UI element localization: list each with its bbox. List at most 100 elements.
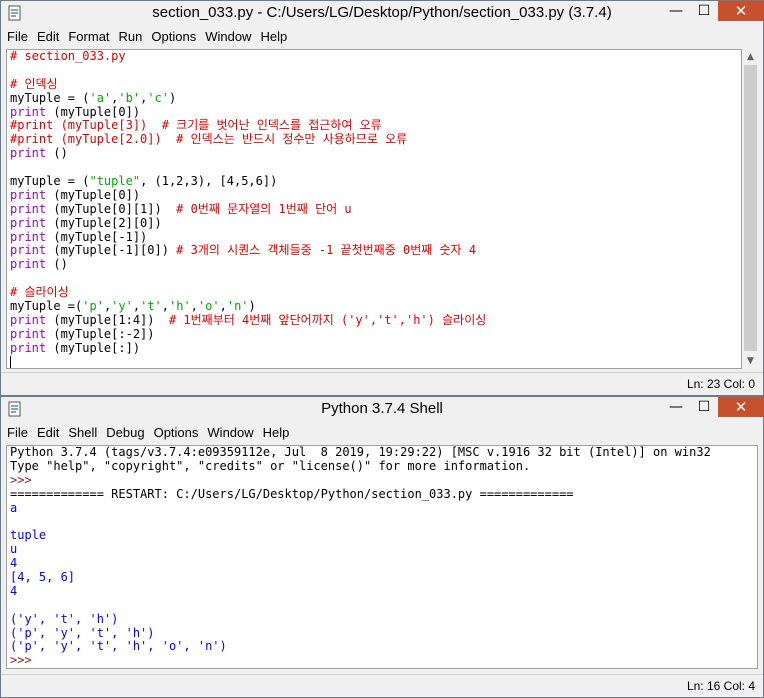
menu-format[interactable]: Format <box>68 27 109 47</box>
shell-token: [4, 5, 6] <box>10 570 76 585</box>
code-token: (myTuple[:-2]) <box>46 326 155 341</box>
minimize-button[interactable]: — <box>662 1 690 21</box>
code-token: (myTuple[2][0]) <box>46 215 162 230</box>
code-token: print <box>10 312 47 327</box>
code-token: print <box>10 229 47 244</box>
code-token: print <box>10 326 47 341</box>
code-token: print <box>10 146 47 161</box>
code-token: print <box>10 243 47 258</box>
shell-line: u <box>7 542 757 557</box>
maximize-button[interactable]: ☐ <box>690 1 718 21</box>
code-token: print <box>10 340 47 355</box>
code-line: #print (myTuple[2.0]) # 인덱스는 반드시 정수만 사용하… <box>7 132 741 147</box>
code-token: (myTuple[0]) <box>46 104 141 119</box>
code-line: print () <box>7 257 741 272</box>
code-token: , <box>190 299 198 314</box>
code-line <box>7 356 741 368</box>
shell-menu-help[interactable]: Help <box>263 423 290 443</box>
shell-token: 4 <box>10 583 18 598</box>
editor-title: section_033.py - C:/Users/LG/Desktop/Pyt… <box>152 4 612 21</box>
shell-line: tuple <box>7 528 757 543</box>
code-token: (myTuple[-1][0]) <box>46 243 177 258</box>
code-token: , (1,2,3), [4,5,6]) <box>140 174 278 189</box>
shell-statusbar: Ln: 16 Col: 4 <box>1 674 763 697</box>
code-token: 'o' <box>197 299 220 314</box>
code-line: print (myTuple[:-2]) <box>7 326 741 342</box>
code-token: , <box>219 299 227 314</box>
shell-line: a <box>7 500 757 516</box>
shell-maximize-button[interactable]: ☐ <box>690 397 718 417</box>
shell-minimize-button[interactable]: — <box>662 397 690 417</box>
code-line: print (myTuple[1:4]) # 1번째부터 4번째 앞단어까지 (… <box>7 312 741 328</box>
code-token: #print (myTuple[3]) # 크기를 벗어난 인덱스를 접근하여 … <box>10 118 382 133</box>
scroll-up-icon[interactable]: ▲ <box>742 49 759 65</box>
shell-token: tuple <box>10 528 47 543</box>
shell-token: ('p', 'y', 't', 'h', 'o', 'n') <box>10 639 227 654</box>
code-editor[interactable]: # section_033.py # 인덱싱 myTuple = ('a','b',… <box>6 49 742 369</box>
code-token: 'n' <box>226 299 249 314</box>
menu-help[interactable]: Help <box>260 27 287 47</box>
shell-line: ('p', 'y', 't', 'h') <box>7 625 757 641</box>
shell-token: ('p', 'y', 't', 'h') <box>10 625 155 640</box>
editor-titlebar[interactable]: section_033.py - C:/Users/LG/Desktop/Pyt… <box>1 1 764 27</box>
code-token: 'p' <box>82 299 104 314</box>
shell-menu-options[interactable]: Options <box>154 423 199 443</box>
code-token: # 인덱싱 <box>10 76 58 91</box>
code-token: print <box>10 187 47 202</box>
code-token: 'a' <box>89 90 112 105</box>
scroll-down-icon[interactable]: ▼ <box>742 353 759 369</box>
code-line: # section_033.py <box>7 50 741 64</box>
code-line: print () <box>7 146 741 161</box>
editor-scrollbar[interactable]: ▲ ▼ <box>742 49 759 369</box>
menu-edit[interactable]: Edit <box>37 27 59 47</box>
shell-line: Type "help", "copyright", "credits" or "… <box>7 459 757 474</box>
code-token: ) <box>169 90 177 105</box>
code-token: (myTuple[1:4]) <box>46 312 169 327</box>
shell-menu-file[interactable]: File <box>7 423 28 443</box>
code-token: # 슬라이싱 <box>10 285 69 300</box>
shell-line: 4 <box>7 556 757 571</box>
code-line: print (myTuple[:]) <box>7 340 741 356</box>
code-token: print <box>10 215 47 230</box>
code-line: print (myTuple[0][1]) # 0번째 문자열의 1번째 단어 … <box>7 201 741 217</box>
shell-token: ============= RESTART: C:/Users/LG/Deskt… <box>10 486 574 501</box>
shell-line: 4 <box>7 583 757 599</box>
editor-statusbar: Ln: 23 Col: 0 <box>1 372 763 395</box>
shell-cursor-position: Ln: 16 Col: 4 <box>686 679 755 693</box>
shell-window: Python 3.7.4 Shell — ☐ ✕ File Edit Shell De… <box>0 396 764 698</box>
shell-token: >>> <box>10 653 39 668</box>
shell-menu-shell[interactable]: Shell <box>68 423 97 443</box>
shell-output[interactable]: Python 3.7.4 (tags/v3.7.4:e09359112e, Ju… <box>6 445 758 669</box>
code-line: print (myTuple[0]) <box>7 187 741 203</box>
shell-close-button[interactable]: ✕ <box>718 397 764 417</box>
shell-token: a <box>10 500 18 515</box>
menu-run[interactable]: Run <box>119 27 143 47</box>
code-token: , <box>161 299 170 314</box>
close-button[interactable]: ✕ <box>718 1 764 21</box>
code-token: #print (myTuple[2.0]) # 인덱스는 반드시 정수만 사용하… <box>10 132 408 147</box>
shell-line: >>> <box>7 653 757 668</box>
shell-line: >>> <box>7 473 757 488</box>
menu-options[interactable]: Options <box>151 27 196 47</box>
shell-line: ('y', 't', 'h') <box>7 612 757 627</box>
text-cursor <box>10 356 11 368</box>
shell-menu-edit[interactable]: Edit <box>37 423 59 443</box>
code-token: (myTuple[:]) <box>46 340 141 355</box>
code-token: # 0번째 문자열의 1번째 단어 u <box>176 201 352 216</box>
menu-window[interactable]: Window <box>205 27 251 47</box>
code-token: # 1번째부터 4번째 앞단어까지 ('y','t','h') 슬라이싱 <box>168 312 487 327</box>
code-token: "tuple" <box>89 174 141 189</box>
shell-titlebar[interactable]: Python 3.7.4 Shell — ☐ ✕ <box>1 397 764 423</box>
shell-line: Python 3.7.4 (tags/v3.7.4:e09359112e, Ju… <box>7 446 757 460</box>
shell-menu-debug[interactable]: Debug <box>106 423 144 443</box>
shell-menu-window[interactable]: Window <box>207 423 253 443</box>
code-token: () <box>46 257 68 272</box>
menu-file[interactable]: File <box>7 27 28 47</box>
code-token: myTuple = ( <box>10 90 90 105</box>
code-token: myTuple =( <box>10 299 83 314</box>
code-token: print <box>10 201 47 216</box>
code-token: 'h' <box>169 299 191 314</box>
scroll-thumb[interactable] <box>744 65 757 351</box>
